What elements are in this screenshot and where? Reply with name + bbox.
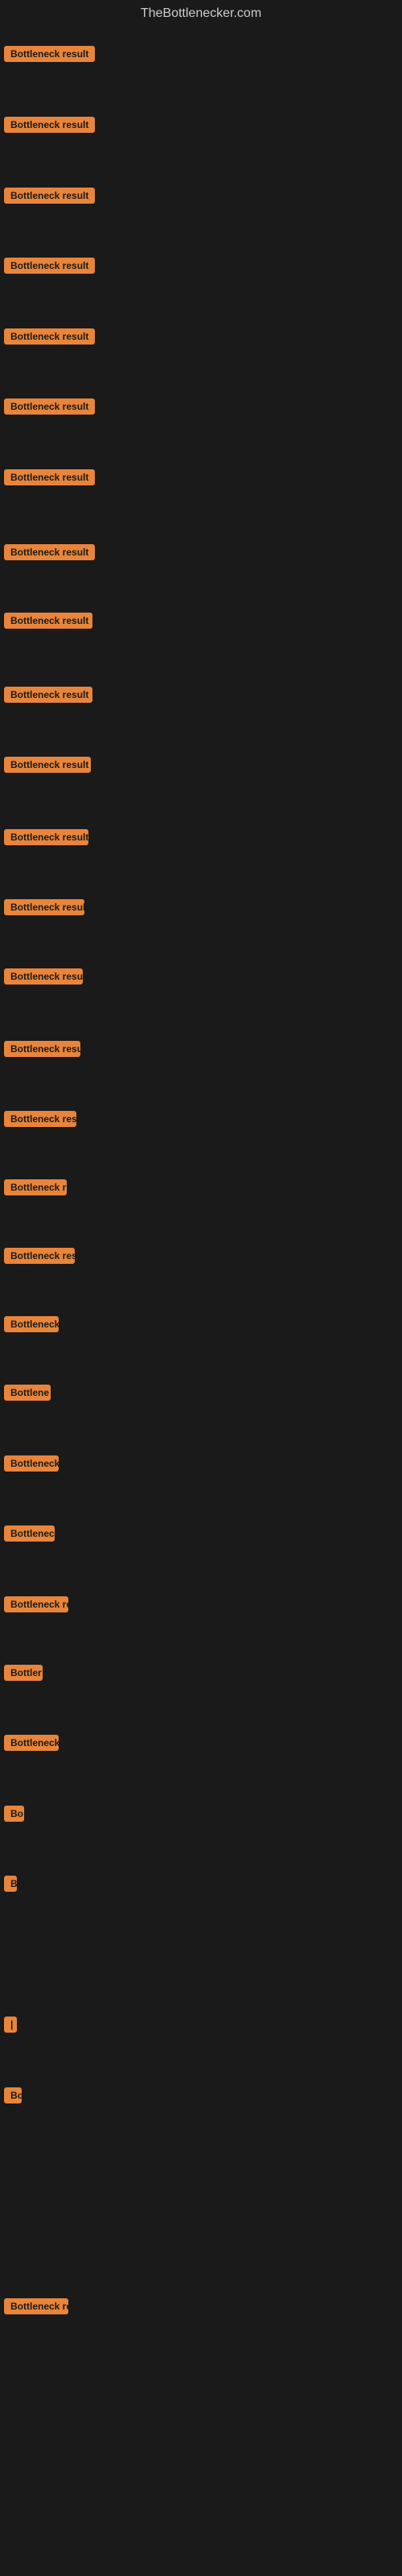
bottleneck-badge[interactable]: Bot xyxy=(4,2087,22,2103)
bottleneck-badge[interactable]: Bottleneck xyxy=(4,1735,59,1751)
bottleneck-row: Bottleneck result xyxy=(4,1111,76,1131)
bottleneck-row: Bottleneck result xyxy=(4,469,95,489)
bottleneck-row: Bottleneck result xyxy=(4,757,91,777)
bottleneck-badge[interactable]: Bottleneck result xyxy=(4,757,91,773)
bottleneck-row: Bottlenec xyxy=(4,1525,55,1546)
bottleneck-badge[interactable]: Bottleneck result xyxy=(4,469,95,485)
bottleneck-row: Bottleneck result xyxy=(4,398,95,419)
bottleneck-badge[interactable]: Bottlene xyxy=(4,1385,51,1401)
bottleneck-badge[interactable]: Bottleneck result xyxy=(4,258,95,274)
bottleneck-badge[interactable]: Bottleneck result xyxy=(4,1111,76,1127)
bottleneck-row: | xyxy=(4,2017,17,2037)
bottleneck-row: Bot xyxy=(4,2087,22,2107)
bottleneck-badge[interactable]: Bottleneck xyxy=(4,1316,59,1332)
bottleneck-badge[interactable]: Bottleneck re xyxy=(4,1596,68,1612)
bottleneck-badge[interactable]: B xyxy=(4,1876,17,1892)
bottleneck-row: Bottleneck result xyxy=(4,1041,80,1061)
bottleneck-badge[interactable]: Bottlenec xyxy=(4,1525,55,1542)
bottleneck-row: Bottleneck result xyxy=(4,258,95,278)
bottleneck-row: Bottleneck result xyxy=(4,899,84,919)
bottleneck-row: B xyxy=(4,1876,17,1896)
bottleneck-badge[interactable]: Bottleneck result xyxy=(4,328,95,345)
bottleneck-badge[interactable]: Bottleneck result xyxy=(4,398,95,415)
bottleneck-row: Bottleneck result xyxy=(4,687,92,707)
bottleneck-badge[interactable]: Bottler xyxy=(4,1665,43,1681)
bottleneck-row: Bottleneck xyxy=(4,1455,59,1476)
bottleneck-badge[interactable]: Bo xyxy=(4,1806,24,1822)
bottleneck-badge[interactable]: Bottleneck re xyxy=(4,2298,68,2314)
bottleneck-row: Bottleneck result xyxy=(4,613,92,633)
bottleneck-badge[interactable]: Bottleneck result xyxy=(4,829,88,845)
bottleneck-badge[interactable]: | xyxy=(4,2017,17,2033)
bottleneck-row: Bottleneck r xyxy=(4,1179,67,1199)
bottleneck-badge[interactable]: Bottleneck result xyxy=(4,613,92,629)
bottleneck-row: Bottler xyxy=(4,1665,43,1685)
bottleneck-badge[interactable]: Bottleneck result xyxy=(4,968,83,985)
bottleneck-badge[interactable]: Bottleneck r xyxy=(4,1179,67,1195)
bottleneck-row: Bottleneck result xyxy=(4,117,95,137)
bottleneck-row: Bottleneck result xyxy=(4,968,83,989)
bottleneck-row: Bottleneck result xyxy=(4,829,88,849)
bottleneck-badge[interactable]: Bottleneck result xyxy=(4,188,95,204)
bottleneck-badge[interactable]: Bottleneck result xyxy=(4,46,95,62)
bottleneck-row: Bottleneck result xyxy=(4,544,95,564)
bottleneck-row: Bottleneck resu xyxy=(4,1248,75,1268)
bottleneck-badge[interactable]: Bottleneck xyxy=(4,1455,59,1472)
bottleneck-row: Bo xyxy=(4,1806,24,1826)
bottleneck-row: Bottleneck re xyxy=(4,1596,68,1616)
bottleneck-row: Bottleneck result xyxy=(4,328,95,349)
bottleneck-badge[interactable]: Bottleneck result xyxy=(4,1041,80,1057)
bottleneck-badge[interactable]: Bottleneck result xyxy=(4,544,95,560)
bottleneck-row: Bottleneck xyxy=(4,1735,59,1755)
bottleneck-row: Bottleneck result xyxy=(4,188,95,208)
bottleneck-row: Bottleneck re xyxy=(4,2298,68,2318)
bottleneck-row: Bottleneck result xyxy=(4,46,95,66)
bottleneck-badge[interactable]: Bottleneck resu xyxy=(4,1248,75,1264)
bottleneck-badge[interactable]: Bottleneck result xyxy=(4,117,95,133)
bottleneck-row: Bottlene xyxy=(4,1385,51,1405)
bottleneck-row: Bottleneck xyxy=(4,1316,59,1336)
site-title: TheBottlenecker.com xyxy=(0,0,402,31)
bottleneck-badge[interactable]: Bottleneck result xyxy=(4,687,92,703)
bottleneck-badge[interactable]: Bottleneck result xyxy=(4,899,84,915)
